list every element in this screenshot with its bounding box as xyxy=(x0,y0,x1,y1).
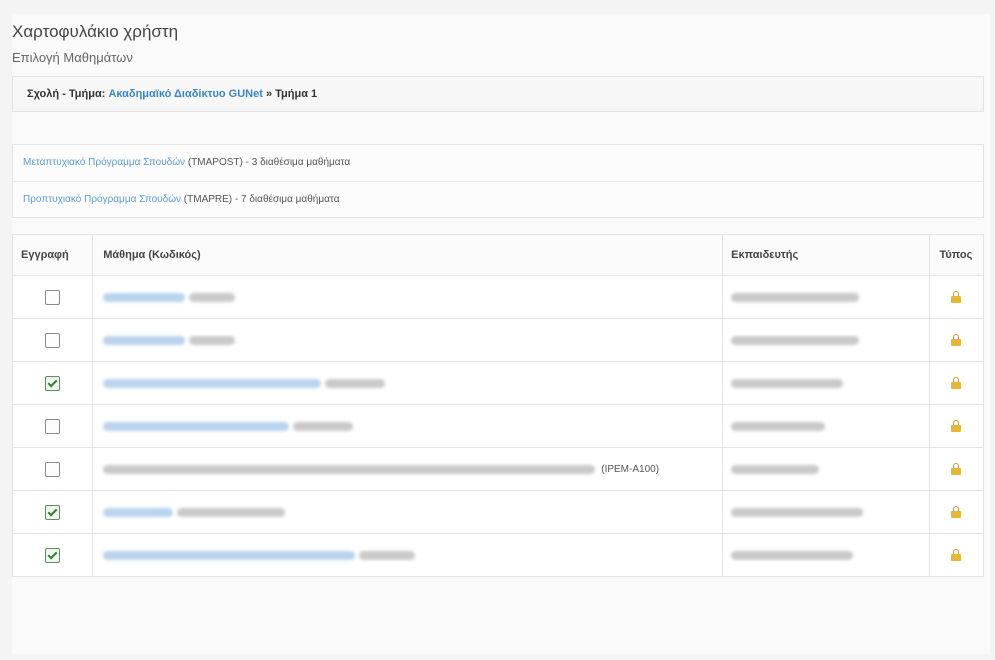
table-header-row: Εγγραφή Μάθημα (Κωδικός) Εκπαιδευτής Τύπ… xyxy=(11,234,985,276)
register-checkbox[interactable] xyxy=(45,504,61,520)
breadcrumb-separator: » xyxy=(265,88,273,100)
lock-icon xyxy=(951,420,962,433)
table-row xyxy=(11,490,985,534)
program-item: Μεταπτυχιακό Πρόγραμμα Σπουδών (TMAPOST)… xyxy=(13,145,983,182)
instructor-name xyxy=(731,378,844,388)
table-row xyxy=(11,361,985,405)
course-code-blurred xyxy=(359,550,416,560)
register-checkbox[interactable] xyxy=(45,547,61,563)
table-row xyxy=(11,533,985,577)
lock-icon xyxy=(951,506,962,519)
instructor-name xyxy=(731,292,860,302)
program-info: - 3 διαθέσιμα μαθήματα xyxy=(245,157,351,168)
lock-icon xyxy=(951,463,962,476)
column-register: Εγγραφή xyxy=(11,234,94,276)
faculty-label: Σχολή - Τμήμα: xyxy=(27,88,106,100)
column-instructor: Εκπαιδευτής xyxy=(722,234,930,276)
table-row xyxy=(11,318,985,362)
course-link[interactable] xyxy=(103,550,356,560)
program-list: Μεταπτυχιακό Πρόγραμμα Σπουδών (TMAPOST)… xyxy=(12,144,984,218)
instructor-name xyxy=(731,335,860,345)
register-checkbox[interactable] xyxy=(45,461,61,477)
course-code-blurred xyxy=(325,378,386,388)
program-code: (TMAPRE) xyxy=(183,194,233,205)
table-row xyxy=(11,275,985,319)
instructor-name xyxy=(731,507,864,517)
course-code: (IPEM-A100) xyxy=(601,463,660,475)
register-checkbox[interactable] xyxy=(45,375,61,391)
course-code-blurred xyxy=(189,335,236,345)
course-link[interactable] xyxy=(103,335,186,345)
program-link[interactable]: Προπτυχιακό Πρόγραμμα Σπουδών xyxy=(23,194,181,205)
course-link[interactable] xyxy=(103,507,174,517)
course-link[interactable] xyxy=(103,421,290,431)
course-link[interactable] xyxy=(103,292,186,302)
course-link[interactable] xyxy=(103,378,322,388)
program-info: - 7 διαθέσιμα μαθήματα xyxy=(234,194,340,205)
register-checkbox[interactable] xyxy=(45,289,61,305)
program-item: Προπτυχιακό Πρόγραμμα Σπουδών (TMAPRE) -… xyxy=(13,182,983,218)
lock-icon xyxy=(951,334,962,347)
program-code: (TMAPOST) xyxy=(187,157,243,168)
table-row: (IPEM-A100) xyxy=(11,447,985,491)
faculty-breadcrumb: Σχολή - Τμήμα: Ακαδημαϊκό Διαδίκτυο GUNe… xyxy=(12,76,984,112)
department-name: Τμήμα 1 xyxy=(275,88,318,100)
register-checkbox[interactable] xyxy=(45,418,61,434)
lock-icon xyxy=(951,377,962,390)
instructor-name xyxy=(731,550,854,560)
instructor-name xyxy=(731,421,826,431)
table-row xyxy=(11,404,985,448)
course-title-blurred xyxy=(103,464,596,474)
register-checkbox[interactable] xyxy=(45,332,61,348)
column-type: Τύπος xyxy=(928,234,985,276)
instructor-name xyxy=(731,464,820,474)
course-code-blurred xyxy=(189,292,236,302)
courses-table: Εγγραφή Μάθημα (Κωδικός) Εκπαιδευτής Τύπ… xyxy=(11,234,985,577)
program-link[interactable]: Μεταπτυχιακό Πρόγραμμα Σπουδών xyxy=(23,157,185,168)
lock-icon xyxy=(951,549,962,562)
column-course: Μάθημα (Κωδικός) xyxy=(92,234,724,276)
lock-icon xyxy=(951,291,962,304)
course-code-blurred xyxy=(293,421,354,431)
faculty-link[interactable]: Ακαδημαϊκό Διαδίκτυο GUNet xyxy=(108,88,262,100)
page-subtitle: Επιλογή Μαθημάτων xyxy=(12,50,133,65)
course-code-blurred xyxy=(177,507,286,517)
page-title: Χαρτοφυλάκιο χρήστη xyxy=(12,22,179,41)
